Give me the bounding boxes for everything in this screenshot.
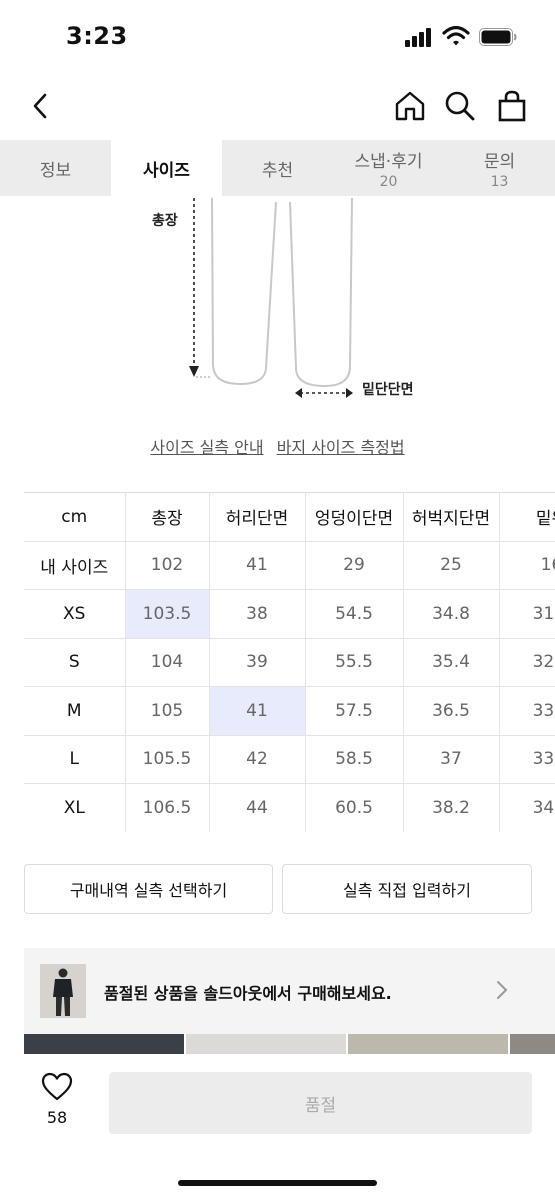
banner-thumbnail: [40, 964, 86, 1018]
table-cell: 105: [125, 686, 210, 736]
table-header-cell: 밑위: [499, 492, 555, 542]
table-row: 내 사이즈 102 41 29 25 16: [24, 541, 555, 590]
table-cell: 106.5: [125, 783, 210, 832]
table-cell: 36.5: [403, 686, 500, 736]
battery-icon: [479, 28, 517, 46]
table-cell: 31.4: [499, 589, 555, 639]
table-row-label: M: [24, 686, 126, 736]
table-cell: 16: [499, 541, 555, 590]
pants-measure-guide-link[interactable]: 바지 사이즈 측정법: [277, 438, 405, 457]
table-cell-highlighted: 41: [209, 686, 306, 736]
home-indicator: [178, 1180, 377, 1186]
product-tabs: 정보 사이즈 추천 스냅·후기 20 문의 13: [0, 140, 555, 196]
tab-size[interactable]: 사이즈: [111, 140, 222, 196]
related-image: [510, 1034, 555, 1056]
tab-count: 13: [490, 173, 509, 190]
tab-info[interactable]: 정보: [0, 140, 111, 196]
size-guide-links: 사이즈 실측 안내 바지 사이즈 측정법: [0, 434, 555, 458]
table-cell: 25: [403, 541, 500, 590]
related-image: [348, 1034, 508, 1056]
table-cell: 32.1: [499, 638, 555, 687]
table-header-row: cm 총장 허리단면 엉덩이단면 허벅지단면 밑위: [24, 492, 555, 542]
back-arrow-icon[interactable]: [20, 86, 60, 126]
heart-icon: [41, 1072, 73, 1101]
like-button[interactable]: 58: [36, 1072, 78, 1127]
table-row-label: XL: [24, 783, 126, 832]
table-cell: 34.8: [403, 589, 500, 639]
table-cell: 33.1: [499, 735, 555, 784]
pants-outline: [189, 197, 353, 398]
table-row: XS 103.5 38 54.5 34.8 31.4: [24, 589, 555, 639]
table-cell: 60.5: [305, 783, 404, 832]
status-time: 3:23: [66, 22, 128, 50]
search-icon[interactable]: [440, 86, 480, 126]
table-header-cell: 총장: [125, 492, 210, 542]
table-row-label: 내 사이즈: [24, 541, 126, 590]
hem-label: 밑단단면: [362, 382, 414, 398]
table-cell: 102: [125, 541, 210, 590]
table-row: S 104 39 55.5 35.4 32.1: [24, 638, 555, 687]
table-cell: 42: [209, 735, 306, 784]
table-row: XL 106.5 44 60.5 38.2 34.1: [24, 783, 555, 832]
soldout-banner[interactable]: 품절된 상품을 솔드아웃에서 구매해보세요.: [24, 948, 555, 1034]
tab-recommend[interactable]: 추천: [222, 140, 333, 196]
table-row-label: L: [24, 735, 126, 784]
table-cell: 41: [209, 541, 306, 590]
cellular-signal-icon: [405, 27, 433, 47]
enter-size-directly-button[interactable]: 실측 직접 입력하기: [282, 864, 532, 914]
table-row-label: S: [24, 638, 126, 687]
tab-label: 스냅·후기: [354, 151, 423, 172]
table-row-label: XS: [24, 589, 126, 639]
status-bar: 3:23: [0, 0, 555, 72]
table-header-cell: cm: [24, 492, 126, 542]
table-cell: 54.5: [305, 589, 404, 639]
like-count: 58: [46, 1108, 68, 1127]
size-table-container[interactable]: cm 총장 허리단면 엉덩이단면 허벅지단면 밑위 내 사이즈 102 41 2…: [24, 492, 555, 832]
pants-size-diagram: 총장 밑단단면: [0, 196, 555, 416]
table-cell: 44: [209, 783, 306, 832]
tab-snap-review[interactable]: 스냅·후기 20: [333, 140, 444, 196]
actual-size-guide-link[interactable]: 사이즈 실측 안내: [150, 438, 263, 457]
select-purchase-size-button[interactable]: 구매내역 실측 선택하기: [24, 864, 273, 914]
table-cell-highlighted: 103.5: [125, 589, 210, 639]
table-cell: 104: [125, 638, 210, 687]
table-cell: 58.5: [305, 735, 404, 784]
bottom-action-bar: 58 품절: [0, 1054, 555, 1200]
table-header-cell: 엉덩이단면: [305, 492, 404, 542]
wifi-icon: [442, 24, 470, 48]
table-row: M 105 41 57.5 36.5 33.1: [24, 686, 555, 736]
tab-label: 추천: [261, 160, 294, 181]
tab-count: 20: [379, 173, 398, 190]
table-cell: 35.4: [403, 638, 500, 687]
size-table: cm 총장 허리단면 엉덩이단면 허벅지단면 밑위 내 사이즈 102 41 2…: [24, 492, 555, 832]
tab-label: 사이즈: [143, 160, 190, 181]
table-cell: 33.1: [499, 686, 555, 736]
tab-label: 정보: [39, 160, 72, 181]
table-row: L 105.5 42 58.5 37 33.1: [24, 735, 555, 784]
table-header-cell: 허벅지단면: [403, 492, 500, 542]
soldout-button[interactable]: 품절: [109, 1072, 532, 1134]
table-cell: 57.5: [305, 686, 404, 736]
nav-bar: [0, 72, 555, 140]
shopping-bag-icon[interactable]: [492, 86, 532, 126]
chevron-right-icon: [496, 980, 508, 1005]
table-cell: 38.2: [403, 783, 500, 832]
related-images-strip: [24, 1034, 555, 1056]
home-icon[interactable]: [390, 86, 430, 126]
table-header-cell: 허리단면: [209, 492, 306, 542]
related-image: [186, 1034, 346, 1056]
table-cell: 37: [403, 735, 500, 784]
related-image: [24, 1034, 184, 1056]
table-cell: 29: [305, 541, 404, 590]
table-cell: 105.5: [125, 735, 210, 784]
tab-inquiry[interactable]: 문의 13: [444, 140, 555, 196]
table-cell: 38: [209, 589, 306, 639]
table-cell: 55.5: [305, 638, 404, 687]
table-cell: 34.1: [499, 783, 555, 832]
soldout-banner-text: 품절된 상품을 솔드아웃에서 구매해보세요.: [104, 984, 392, 1003]
table-cell: 39: [209, 638, 306, 687]
length-label: 총장: [152, 213, 178, 229]
tab-label: 문의: [483, 151, 516, 172]
